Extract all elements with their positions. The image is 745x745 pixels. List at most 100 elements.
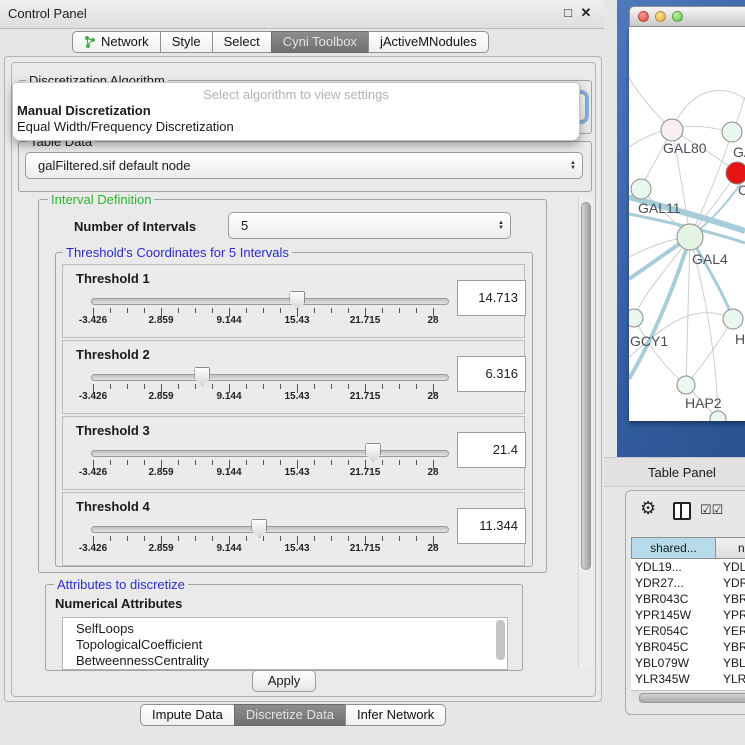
table-row[interactable]: YER054CYER0	[631, 623, 745, 639]
threshold-value-field[interactable]: 21.4	[457, 432, 526, 468]
tab-impute-data[interactable]: Impute Data	[140, 704, 235, 726]
table-row[interactable]: YDL19...YDL1	[631, 559, 745, 575]
cell-shared-name[interactable]: YDL19...	[631, 559, 719, 575]
attribute-list-item[interactable]: BetweennessCentrality	[63, 653, 507, 669]
tab-infer-network[interactable]: Infer Network	[345, 704, 446, 726]
tab-jactivemnodules[interactable]: jActiveMNodules	[368, 31, 489, 53]
list-scrollbar-thumb[interactable]	[496, 620, 505, 660]
cell-name[interactable]: YBR0	[719, 591, 745, 607]
table-data-combobox[interactable]: galFiltered.sif default node ▲▼	[25, 152, 583, 179]
network-node[interactable]	[677, 376, 695, 394]
threshold-value-field[interactable]: 6.316	[457, 356, 526, 392]
tab-style[interactable]: Style	[160, 31, 213, 53]
cell-name[interactable]: YBL0	[719, 655, 745, 671]
tick-mark	[127, 308, 128, 313]
apply-button[interactable]: Apply	[252, 670, 316, 692]
cell-shared-name[interactable]: YBR045C	[631, 639, 719, 655]
tick-mark	[178, 384, 179, 389]
network-node[interactable]	[677, 224, 703, 250]
network-edge[interactable]	[634, 237, 690, 318]
network-edge[interactable]	[634, 318, 686, 385]
table-row[interactable]: YBL079WYBL0	[631, 655, 745, 671]
threshold-slider-track[interactable]	[91, 526, 449, 533]
tick-mark	[331, 460, 332, 465]
popup-item-manual[interactable]: Manual Discretization	[17, 103, 151, 118]
network-edge-highlighted[interactable]	[690, 237, 733, 319]
columns-icon[interactable]	[673, 502, 691, 520]
select-columns-checkboxes-icon[interactable]: ☑☑	[700, 502, 723, 518]
network-canvas[interactable]: GAL80GACGAL11GAL4GCY1HHAP2	[629, 27, 745, 421]
tick-mark	[212, 384, 213, 389]
cell-name[interactable]: YDL1	[719, 559, 745, 575]
network-node[interactable]	[629, 309, 643, 327]
tick-label: -3.426	[68, 543, 118, 554]
cell-shared-name[interactable]: YPR145W	[631, 607, 719, 623]
threshold-slider-track[interactable]	[91, 450, 449, 457]
popup-placeholder: Select algorithm to view settings	[13, 87, 579, 102]
threshold-panel-2: Threshold 2 6.316 -3.4262.8599.14415.432…	[62, 340, 525, 414]
cell-name[interactable]: YBR0	[719, 639, 745, 655]
tick-mark	[280, 536, 281, 541]
close-traffic-light-icon[interactable]	[638, 11, 649, 22]
network-window-titlebar[interactable]	[629, 6, 745, 27]
network-node[interactable]	[631, 179, 651, 199]
tick-mark	[263, 536, 264, 541]
table-hscrollbar-thumb[interactable]	[639, 693, 745, 703]
column-header-shared[interactable]: shared...	[631, 537, 716, 559]
threshold-value-field[interactable]: 14.713	[457, 280, 526, 316]
table-row[interactable]: YBR045CYBR0	[631, 639, 745, 655]
threshold-slider-thumb[interactable]	[365, 443, 381, 462]
table-row[interactable]: YDR27...YDR2	[631, 575, 745, 591]
tick-mark	[246, 536, 247, 541]
network-node[interactable]	[723, 309, 743, 329]
cell-shared-name[interactable]: YBL079W	[631, 655, 719, 671]
cell-shared-name[interactable]: YER054C	[631, 623, 719, 639]
tick-mark	[416, 384, 417, 389]
threshold-label: Threshold 3	[76, 423, 150, 438]
gear-icon[interactable]: ⚙	[640, 498, 656, 519]
tab-select[interactable]: Select	[212, 31, 272, 53]
popup-item-equal-width[interactable]: Equal Width/Frequency Discretization	[17, 119, 234, 134]
numerical-attributes-list[interactable]: SelfLoopsTopologicalCoefficientBetweenne…	[62, 617, 508, 670]
tick-mark	[280, 460, 281, 465]
cell-name[interactable]: YER0	[719, 623, 745, 639]
minimize-traffic-light-icon[interactable]	[655, 11, 666, 22]
network-node[interactable]	[661, 119, 683, 141]
main-scrollbar-track[interactable]	[578, 197, 593, 667]
zoom-traffic-light-icon[interactable]	[672, 11, 683, 22]
table-row[interactable]: YPR145WYPR1	[631, 607, 745, 623]
tick-mark	[212, 308, 213, 313]
cell-shared-name[interactable]: YDR27...	[631, 575, 719, 591]
threshold-slider-track[interactable]	[91, 298, 449, 305]
threshold-value-field[interactable]: 11.344	[457, 508, 526, 544]
table-hscrollbar-track[interactable]	[631, 690, 745, 703]
cell-shared-name[interactable]: YLR345W	[631, 671, 719, 687]
table-row[interactable]: YBR043CYBR0	[631, 591, 745, 607]
float-icon[interactable]: □	[560, 5, 576, 20]
threshold-slider-thumb[interactable]	[194, 367, 210, 386]
table-row[interactable]: YLR345WYLR3	[631, 671, 745, 687]
attribute-list-item[interactable]: TopologicalCoefficient	[63, 637, 507, 653]
network-node[interactable]	[726, 162, 745, 184]
number-of-intervals-combobox[interactable]: 5 ▲▼	[228, 212, 511, 239]
tab-cyni-toolbox[interactable]: Cyni Toolbox	[271, 31, 369, 53]
tab-discretize-data[interactable]: Discretize Data	[234, 704, 346, 726]
network-node[interactable]	[722, 122, 742, 142]
cell-shared-name[interactable]: YBR043C	[631, 591, 719, 607]
main-scrollbar-thumb[interactable]	[581, 202, 591, 570]
tick-label: 9.144	[204, 543, 254, 554]
cell-name[interactable]: YPR1	[719, 607, 745, 623]
threshold-slider-thumb[interactable]	[251, 519, 267, 538]
network-view-window[interactable]: GAL80GACGAL11GAL4GCY1HHAP2	[617, 0, 745, 457]
threshold-slider-track[interactable]	[91, 374, 449, 381]
network-edge[interactable]	[686, 237, 690, 385]
close-icon[interactable]: ✕	[578, 5, 594, 21]
cell-name[interactable]: YLR3	[719, 671, 745, 687]
tick-mark	[399, 536, 400, 541]
cell-name[interactable]: YDR2	[719, 575, 745, 591]
tab-network[interactable]: Network	[72, 31, 161, 53]
column-header-name[interactable]: n	[715, 537, 745, 559]
panel-title: Control Panel	[8, 6, 87, 21]
tick-mark	[382, 308, 383, 313]
attribute-list-item[interactable]: SelfLoops	[63, 621, 507, 637]
